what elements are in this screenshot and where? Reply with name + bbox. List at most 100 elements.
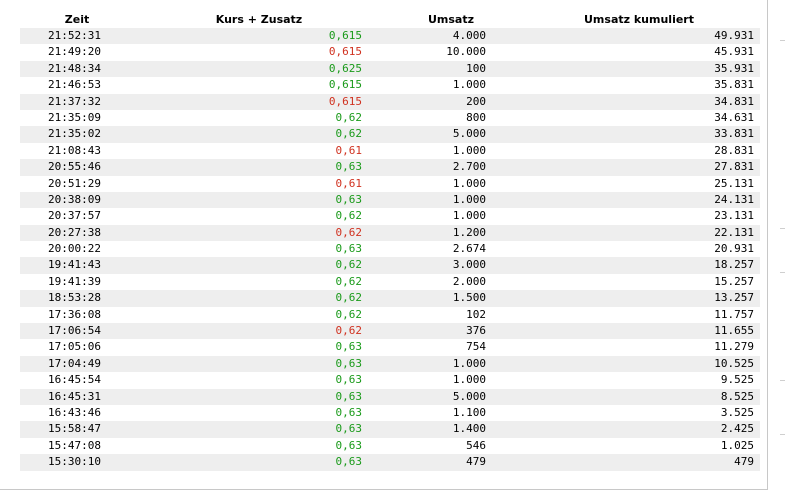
cell-umsatz: 10.000 <box>446 45 486 59</box>
cell-umsatz: 376 <box>466 324 486 338</box>
table-row: 21:46:53 0,615 1.000 35.831 <box>20 77 760 94</box>
cell-umsatz-kumuliert: 18.257 <box>714 258 754 272</box>
table-row: 17:04:49 0,63 1.000 10.525 <box>20 355 760 373</box>
cell-zeit: 15:47:08 <box>48 438 101 452</box>
rail-tick <box>780 380 785 381</box>
table-row: 17:36:08 0,62 102 11.757 <box>20 306 760 324</box>
table-row: 21:08:43 0,61 1.000 28.831 <box>20 142 760 160</box>
table-header: Zeit Kurs + Zusatz Umsatz Umsatz kumulie… <box>20 11 760 28</box>
cell-umsatz-kumuliert: 22.131 <box>714 225 754 239</box>
cell-umsatz: 1.000 <box>452 373 486 387</box>
cell-umsatz-kumuliert: 35.831 <box>714 78 754 92</box>
table-row: 15:47:08 0,63 546 1.025 <box>20 437 760 455</box>
cell-umsatz-kumuliert: 20.931 <box>714 242 754 256</box>
cell-zeit: 20:00:22 <box>48 242 101 256</box>
cell-umsatz: 1.100 <box>452 405 486 419</box>
cell-umsatz-kumuliert: 28.831 <box>714 143 754 157</box>
cell-kurs: 0,62 <box>335 209 363 223</box>
cell-kurs: 0,62 <box>335 258 363 272</box>
cell-umsatz-kumuliert: 11.279 <box>714 340 754 354</box>
cell-kurs: 0,63 <box>335 389 363 403</box>
column-header-umsatz: Umsatz <box>427 13 475 26</box>
cell-umsatz: 5.000 <box>452 389 486 403</box>
table-row: 16:43:46 0,63 1.100 3.525 <box>20 404 760 422</box>
table-row: 20:37:57 0,62 1.000 23.131 <box>20 208 760 225</box>
cell-kurs: 0,62 <box>335 110 363 124</box>
cell-umsatz: 3.000 <box>452 258 486 272</box>
cell-zeit: 19:41:43 <box>48 258 101 272</box>
cell-umsatz-kumuliert: 49.931 <box>714 29 754 42</box>
column-header-kurs: Kurs + Zusatz <box>215 13 303 26</box>
cell-umsatz: 5.000 <box>452 127 486 141</box>
cell-zeit: 16:45:31 <box>48 389 101 403</box>
table-row: 21:37:32 0,615 200 34.831 <box>20 93 760 110</box>
cell-zeit: 21:37:32 <box>48 94 101 108</box>
cell-umsatz-kumuliert: 15.257 <box>714 274 754 288</box>
rail-tick <box>780 434 785 435</box>
cell-umsatz-kumuliert: 9.525 <box>720 373 754 387</box>
cell-kurs: 0,615 <box>328 78 362 92</box>
cell-kurs: 0,625 <box>328 61 362 75</box>
cell-umsatz-kumuliert: 27.831 <box>714 160 754 174</box>
cell-umsatz-kumuliert: 34.831 <box>714 94 754 108</box>
cell-kurs: 0,63 <box>335 455 363 469</box>
cell-umsatz-kumuliert: 24.131 <box>714 192 754 206</box>
cell-umsatz: 1.500 <box>452 291 486 305</box>
column-header-umsatz-kumuliert: Umsatz kumuliert <box>584 13 694 26</box>
cell-kurs: 0,62 <box>335 225 363 239</box>
table-row: 21:35:02 0,62 5.000 33.831 <box>20 126 760 143</box>
cell-zeit: 20:27:38 <box>48 225 101 239</box>
cell-kurs: 0,63 <box>335 373 363 387</box>
table-row: 21:49:20 0,615 10.000 45.931 <box>20 44 760 61</box>
cell-umsatz: 1.000 <box>452 78 486 92</box>
cell-zeit: 21:48:34 <box>48 61 101 75</box>
cell-kurs: 0,63 <box>335 422 363 436</box>
cell-umsatz-kumuliert: 479 <box>734 455 754 469</box>
cell-umsatz: 1.400 <box>452 422 486 436</box>
cell-umsatz: 800 <box>466 110 486 124</box>
cell-zeit: 21:52:31 <box>48 29 101 42</box>
cell-kurs: 0,62 <box>335 324 363 338</box>
cell-kurs: 0,63 <box>335 405 363 419</box>
cell-umsatz: 102 <box>466 307 486 321</box>
cell-zeit: 20:38:09 <box>48 192 101 206</box>
table-row: 17:06:54 0,62 376 11.655 <box>20 323 760 340</box>
cell-zeit: 20:55:46 <box>48 160 101 174</box>
cell-zeit: 21:08:43 <box>48 143 101 157</box>
table-row: 18:53:28 0,62 1.500 13.257 <box>20 290 760 307</box>
cell-kurs: 0,61 <box>335 176 363 190</box>
cell-zeit: 21:35:09 <box>48 110 101 124</box>
cell-kurs: 0,63 <box>335 160 363 174</box>
table-body: 21:52:31 0,615 4.000 49.931 21:49:20 0,615 10.… <box>20 28 760 471</box>
cell-umsatz: 754 <box>466 340 486 354</box>
cell-umsatz: 100 <box>466 61 486 75</box>
rail-tick <box>780 272 785 273</box>
cell-zeit: 17:06:54 <box>48 324 101 338</box>
cell-zeit: 17:04:49 <box>48 356 101 370</box>
cell-kurs: 0,62 <box>335 291 363 305</box>
cell-umsatz-kumuliert: 8.525 <box>720 389 754 403</box>
cell-umsatz: 1.000 <box>452 209 486 223</box>
cell-umsatz-kumuliert: 33.831 <box>714 127 754 141</box>
cell-umsatz-kumuliert: 11.757 <box>714 307 754 321</box>
cell-umsatz-kumuliert: 2.425 <box>720 422 754 436</box>
cell-umsatz: 2.674 <box>452 242 486 256</box>
right-edge-rail <box>769 0 785 494</box>
column-header-zeit: Zeit <box>64 13 90 26</box>
cell-zeit: 16:43:46 <box>48 405 101 419</box>
cell-zeit: 16:45:54 <box>48 373 101 387</box>
cell-umsatz: 200 <box>466 94 486 108</box>
cell-zeit: 18:53:28 <box>48 291 101 305</box>
cell-kurs: 0,615 <box>328 29 362 42</box>
table-row: 15:30:10 0,63 479 479 <box>20 454 760 471</box>
cell-kurs: 0,61 <box>335 143 363 157</box>
cell-umsatz-kumuliert: 23.131 <box>714 209 754 223</box>
table-row: 17:05:06 0,63 754 11.279 <box>20 339 760 356</box>
cell-zeit: 21:35:02 <box>48 127 101 141</box>
table-row: 21:48:34 0,625 100 35.931 <box>20 60 760 78</box>
cell-zeit: 15:30:10 <box>48 455 101 469</box>
cell-zeit: 20:51:29 <box>48 176 101 190</box>
cell-zeit: 21:46:53 <box>48 78 101 92</box>
cell-umsatz-kumuliert: 45.931 <box>714 45 754 59</box>
cell-umsatz: 1.000 <box>452 356 486 370</box>
